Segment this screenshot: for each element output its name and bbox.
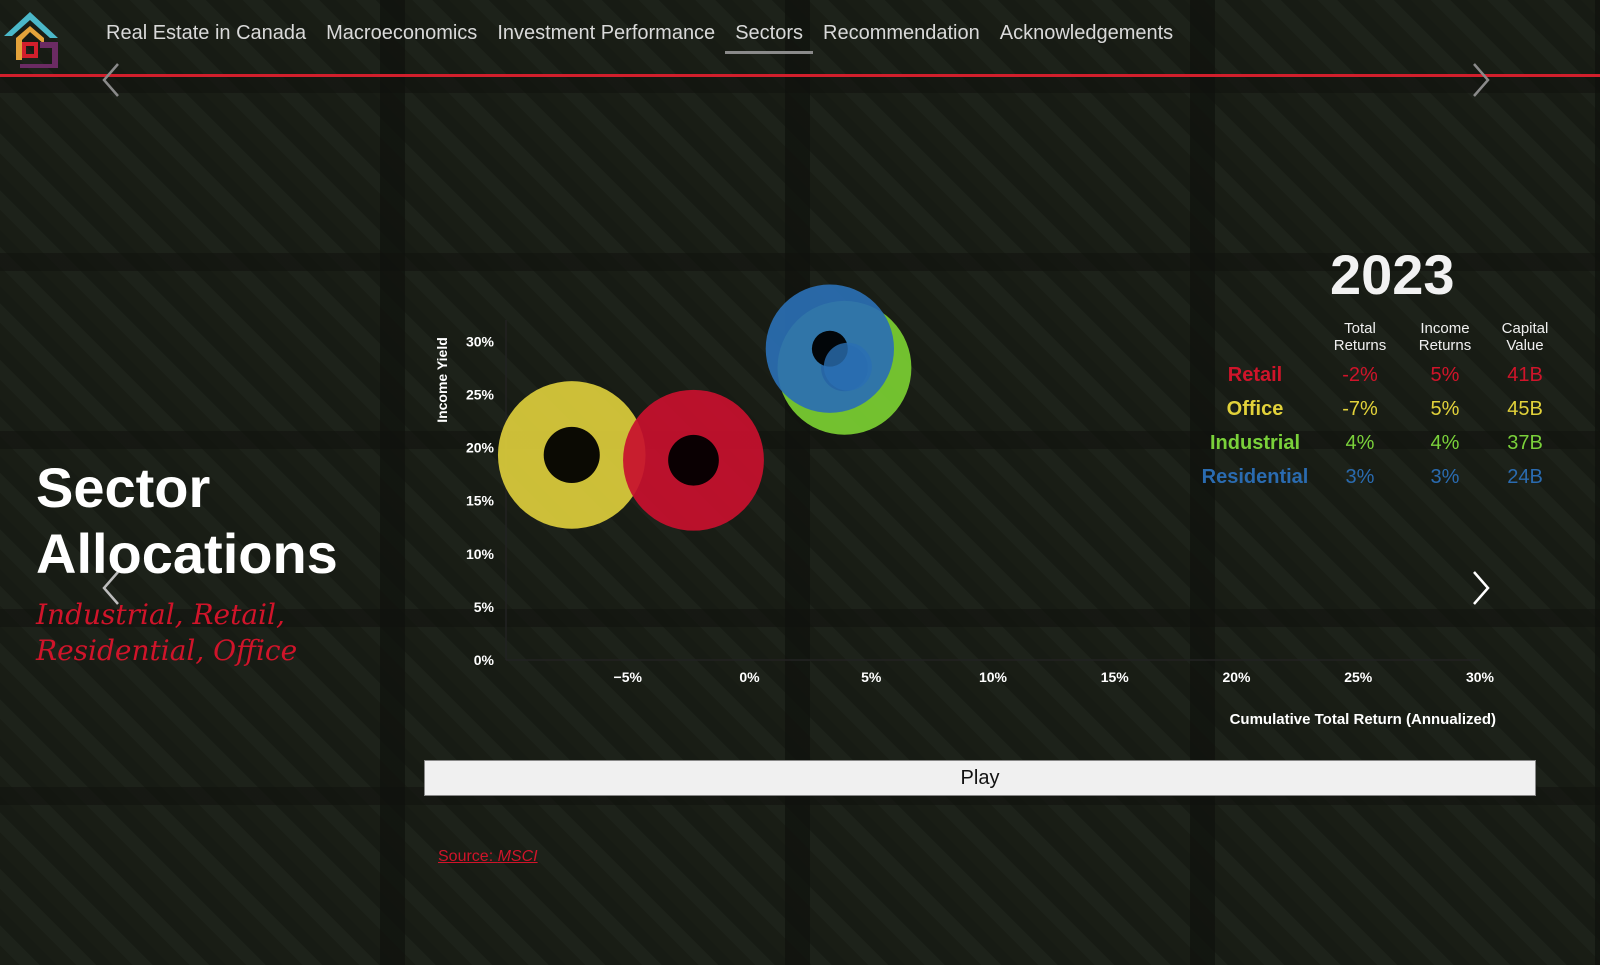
- y-tick-label: 15%: [466, 493, 495, 509]
- sector-label: Residential: [1201, 466, 1309, 488]
- x-tick-label: 25%: [1344, 669, 1373, 685]
- header-total-line1: Total: [1344, 320, 1376, 337]
- x-tick-label: 30%: [1466, 669, 1495, 685]
- top-navigation-bar: Real Estate in Canada Macroeconomics Inv…: [0, 0, 1600, 78]
- table-header: Total Returns Income Returns Capital Val…: [1195, 320, 1575, 360]
- source-name: MSCI: [497, 848, 538, 865]
- y-tick-label: 25%: [466, 386, 495, 402]
- header-total-line2: Returns: [1333, 337, 1387, 354]
- y-axis-label: Income Yield: [434, 337, 450, 423]
- nav-investment-performance[interactable]: Investment Performance: [487, 22, 725, 54]
- header-income-line2: Returns: [1418, 337, 1472, 354]
- table-row: Office -7% 5% 45B: [1195, 394, 1575, 428]
- title-line-1: Sector: [36, 456, 211, 519]
- y-tick-label: 20%: [466, 440, 495, 456]
- x-tick-label: −5%: [614, 669, 643, 685]
- bubble-hole-retail: [668, 434, 719, 486]
- section-title: Sector Allocations: [36, 455, 416, 587]
- nav-acknowledgements[interactable]: Acknowledgements: [990, 22, 1183, 54]
- sector-stats-table: Total Returns Income Returns Capital Val…: [1195, 320, 1575, 496]
- header-total-returns: Total Returns: [1315, 320, 1405, 354]
- total-returns-value: -7%: [1342, 398, 1378, 420]
- income-returns-value: 5%: [1430, 398, 1460, 420]
- total-returns-value: 4%: [1345, 432, 1375, 454]
- house-logo-icon[interactable]: [0, 4, 64, 70]
- bubble-hole-office: [543, 426, 600, 483]
- subtitle-line-1: Industrial, Retail,: [36, 598, 285, 631]
- main-nav: Real Estate in Canada Macroeconomics Inv…: [106, 22, 1183, 54]
- y-tick-label: 30%: [466, 333, 495, 349]
- capital-value: 37B: [1507, 432, 1543, 454]
- x-axis-label: Cumulative Total Return (Annualized): [1230, 711, 1496, 728]
- header-capital-value: Capital Value: [1480, 320, 1570, 354]
- x-tick-label: 0%: [739, 669, 760, 685]
- table-row: Residential 3% 3% 24B: [1195, 462, 1575, 496]
- total-returns-value: 3%: [1345, 466, 1375, 488]
- x-tick-label: 20%: [1222, 669, 1251, 685]
- sector-label: Retail: [1227, 364, 1283, 386]
- income-returns-value: 5%: [1430, 364, 1460, 386]
- table-row: Retail -2% 5% 41B: [1195, 360, 1575, 394]
- capital-value: 41B: [1507, 364, 1543, 386]
- section-hero: Sector Allocations Industrial, Retail, R…: [36, 455, 416, 669]
- play-button[interactable]: Play: [424, 760, 1536, 796]
- y-tick-label: 0%: [474, 652, 495, 668]
- next-slide-arrow-top-icon[interactable]: [1466, 60, 1496, 100]
- bubble-inner-residential: [823, 342, 872, 391]
- nav-recommendation[interactable]: Recommendation: [813, 22, 990, 54]
- header-capital-line2: Value: [1506, 337, 1544, 354]
- source-link[interactable]: Source: MSCI: [438, 848, 538, 866]
- income-returns-value: 3%: [1430, 466, 1460, 488]
- header-income-line1: Income: [1420, 320, 1470, 337]
- total-returns-value: -2%: [1342, 364, 1378, 386]
- capital-value: 45B: [1507, 398, 1543, 420]
- subtitle-line-2: Residential, Office: [36, 634, 298, 667]
- nav-macroeconomics[interactable]: Macroeconomics: [316, 22, 487, 54]
- x-tick-label: 10%: [979, 669, 1008, 685]
- x-tick-label: 15%: [1101, 669, 1130, 685]
- header-divider: [0, 74, 1600, 77]
- capital-value: 24B: [1507, 466, 1543, 488]
- sector-label: Office: [1226, 398, 1284, 420]
- header-capital-line1: Capital: [1501, 320, 1549, 337]
- sector-label: Industrial: [1209, 432, 1300, 454]
- x-tick-label: 5%: [861, 669, 882, 685]
- source-prefix: Source:: [438, 848, 498, 865]
- table-row: Industrial 4% 4% 37B: [1195, 428, 1575, 462]
- section-subtitle: Industrial, Retail, Residential, Office: [36, 597, 416, 669]
- prev-slide-arrow-top-icon[interactable]: [96, 60, 126, 100]
- y-tick-label: 5%: [474, 599, 495, 615]
- nav-sectors[interactable]: Sectors: [725, 22, 813, 54]
- nav-real-estate-in-canada[interactable]: Real Estate in Canada: [106, 22, 316, 54]
- title-line-2: Allocations: [36, 522, 338, 585]
- year-label: 2023: [1330, 243, 1455, 306]
- y-tick-label: 10%: [466, 546, 495, 562]
- header-income-returns: Income Returns: [1400, 320, 1490, 354]
- income-returns-value: 4%: [1430, 432, 1460, 454]
